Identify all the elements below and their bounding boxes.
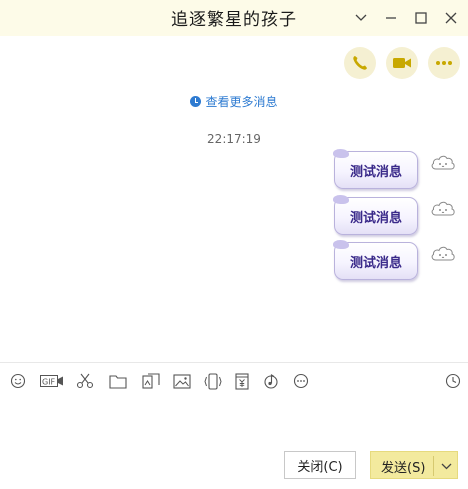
minimize-icon[interactable] — [383, 10, 399, 26]
history-clock-icon[interactable] — [444, 372, 462, 390]
view-more-messages-link[interactable]: 查看更多消息 — [0, 93, 468, 110]
bubble-decoration — [333, 195, 349, 204]
send-button[interactable]: 发送(S) — [370, 451, 458, 479]
video-call-button[interactable] — [386, 47, 418, 79]
red-packet-icon[interactable] — [233, 372, 251, 390]
folder-icon[interactable] — [109, 372, 127, 390]
message-row: 测试消息 — [330, 240, 460, 282]
message-text: 测试消息 — [349, 210, 402, 226]
input-divider — [0, 362, 468, 363]
message-bubble[interactable]: 测试消息 — [333, 195, 418, 235]
chevron-down-icon[interactable] — [353, 10, 369, 26]
chevron-down-icon[interactable] — [437, 458, 455, 474]
more-icon — [435, 60, 453, 66]
message-text: 测试消息 — [349, 164, 402, 180]
cloud-avatar-icon[interactable] — [430, 199, 456, 217]
send-divider — [433, 456, 434, 476]
close-button[interactable]: 关闭(C) — [284, 451, 356, 479]
gif-label: GIF — [42, 378, 56, 387]
message-row: 测试消息 — [330, 149, 460, 191]
picture-icon[interactable] — [173, 372, 191, 390]
send-label: 发送(S) — [381, 461, 426, 476]
scissors-icon[interactable] — [76, 372, 94, 390]
bubble-decoration — [333, 240, 349, 249]
gif-icon: GIF — [40, 375, 63, 387]
message-timestamp: 22:17:19 — [207, 132, 261, 146]
more-options-icon[interactable] — [292, 372, 310, 390]
gif-button[interactable]: GIF — [40, 372, 64, 390]
cloud-avatar-icon[interactable] — [430, 244, 456, 262]
music-icon[interactable] — [262, 372, 280, 390]
close-icon[interactable] — [443, 10, 459, 26]
message-text: 测试消息 — [349, 255, 402, 271]
bubble-decoration — [333, 149, 349, 158]
message-bubble[interactable]: 测试消息 — [333, 149, 418, 189]
message-row: 测试消息 — [330, 195, 460, 237]
maximize-icon[interactable] — [413, 10, 429, 26]
video-camera-icon — [392, 55, 412, 71]
voice-call-button[interactable] — [344, 47, 376, 79]
emoji-icon[interactable] — [9, 372, 27, 390]
view-more-messages-label: 查看更多消息 — [205, 95, 278, 109]
more-button[interactable] — [428, 47, 460, 79]
clock-icon — [190, 96, 202, 107]
phone-icon — [351, 54, 369, 72]
shake-icon[interactable] — [204, 372, 222, 390]
title-bar: 追逐繁星的孩子 — [0, 0, 468, 36]
cloud-avatar-icon[interactable] — [430, 153, 456, 171]
image-template-icon[interactable] — [142, 372, 160, 390]
message-bubble[interactable]: 测试消息 — [333, 240, 418, 280]
